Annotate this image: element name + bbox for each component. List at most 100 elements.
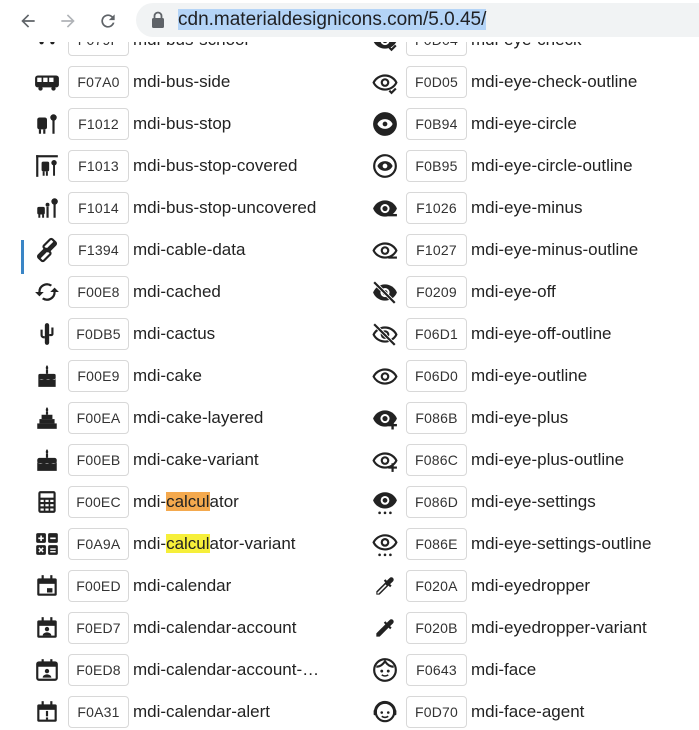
icon-row[interactable]: F0D70 mdi-face-agent xyxy=(370,691,699,730)
codepoint-box[interactable]: F0ED7 xyxy=(68,612,129,644)
eye-outline-icon xyxy=(370,361,400,391)
icon-row[interactable]: F00EB mdi-cake-variant xyxy=(32,439,372,481)
codepoint-box[interactable]: F06D1 xyxy=(406,318,467,350)
codepoint-box[interactable]: F0209 xyxy=(406,276,467,308)
icon-name: mdi-bus-side xyxy=(133,72,231,91)
icon-row[interactable]: F00ED mdi-calendar xyxy=(32,565,372,607)
icon-row[interactable]: F00EA mdi-cake-layered xyxy=(32,397,372,439)
eye-settings-outline-icon xyxy=(370,529,400,559)
codepoint-box[interactable]: F086D xyxy=(406,486,467,518)
cake-variant-icon xyxy=(32,445,62,475)
icon-row[interactable]: F0209 mdi-eye-off xyxy=(370,271,699,313)
icon-row[interactable]: F0ED8 mdi-calendar-account-… xyxy=(32,649,372,691)
row-marker xyxy=(21,240,24,274)
codepoint-box[interactable]: F020B xyxy=(406,612,467,644)
codepoint-box[interactable]: F0B95 xyxy=(406,150,467,182)
codepoint-box[interactable]: F00EC xyxy=(68,486,129,518)
icon-row[interactable]: F0DB5 mdi-cactus xyxy=(32,313,372,355)
eye-plus-icon xyxy=(370,403,400,433)
icon-row[interactable]: F1394 mdi-cable-data xyxy=(32,229,372,271)
reload-button[interactable] xyxy=(96,9,120,33)
eye-minus-outline-icon xyxy=(370,235,400,265)
icon-row[interactable]: F1026 mdi-eye-minus xyxy=(370,187,699,229)
icon-row[interactable]: F0D05 mdi-eye-check-outline xyxy=(370,61,699,103)
eyedropper-icon xyxy=(370,571,400,601)
icon-name: mdi-cake-variant xyxy=(133,450,259,469)
face-agent-icon xyxy=(370,697,400,727)
cactus-icon xyxy=(32,319,62,349)
codepoint-box[interactable]: F086B xyxy=(406,402,467,434)
codepoint-box[interactable]: F0A31 xyxy=(68,696,129,728)
codepoint-box[interactable]: F00E9 xyxy=(68,360,129,392)
icon-name: mdi-eye-off xyxy=(471,282,556,301)
forward-button[interactable] xyxy=(56,9,80,33)
icon-row[interactable]: F079F mdi-bus-school xyxy=(32,42,372,61)
codepoint-box[interactable]: F079F xyxy=(68,42,129,56)
codepoint-box[interactable]: F086C xyxy=(406,444,467,476)
icon-name-suffix: ator-variant xyxy=(209,534,296,553)
face-icon xyxy=(370,655,400,685)
codepoint-box[interactable]: F1027 xyxy=(406,234,467,266)
icon-row[interactable]: F00EC mdi-calculator xyxy=(32,481,372,523)
icon-row[interactable]: F07A0 mdi-bus-side xyxy=(32,61,372,103)
icon-row[interactable]: F086B mdi-eye-plus xyxy=(370,397,699,439)
icon-name: mdi-bus-stop-covered xyxy=(133,156,298,175)
codepoint-box[interactable]: F06D0 xyxy=(406,360,467,392)
eye-check-icon xyxy=(370,42,400,55)
codepoint-box[interactable]: F0643 xyxy=(406,654,467,686)
codepoint-box[interactable]: F0A9A xyxy=(68,528,129,560)
codepoint-box[interactable]: F0D04 xyxy=(406,42,467,56)
icon-name: mdi-eyedropper-variant xyxy=(471,618,647,637)
icon-row[interactable]: F1012 mdi-bus-stop xyxy=(32,103,372,145)
icon-row[interactable]: F0B94 mdi-eye-circle xyxy=(370,103,699,145)
codepoint-box[interactable]: F00EB xyxy=(68,444,129,476)
icon-row[interactable]: F00E8 mdi-cached xyxy=(32,271,372,313)
browser-toolbar: cdn.materialdesignicons.com/5.0.45/ xyxy=(0,0,699,42)
icon-row[interactable]: F086C mdi-eye-plus-outline xyxy=(370,439,699,481)
back-button[interactable] xyxy=(16,9,40,33)
codepoint-box[interactable]: F0ED8 xyxy=(68,654,129,686)
icon-row[interactable]: F0B95 mdi-eye-circle-outline xyxy=(370,145,699,187)
codepoint-box[interactable]: F0D70 xyxy=(406,696,467,728)
icon-name: mdi-eye-off-outline xyxy=(471,324,612,343)
icon-row[interactable]: F086D mdi-eye-settings xyxy=(370,481,699,523)
icon-row[interactable]: F0A31 mdi-calendar-alert xyxy=(32,691,372,730)
codepoint-box[interactable]: F1014 xyxy=(68,192,129,224)
codepoint-box[interactable]: F1394 xyxy=(68,234,129,266)
icon-row[interactable]: F00E9 mdi-cake xyxy=(32,355,372,397)
codepoint-box[interactable]: F020A xyxy=(406,570,467,602)
codepoint-box[interactable]: F07A0 xyxy=(68,66,129,98)
icon-row[interactable]: F06D1 mdi-eye-off-outline xyxy=(370,313,699,355)
eye-off-icon xyxy=(370,277,400,307)
codepoint-box[interactable]: F0B94 xyxy=(406,108,467,140)
cake-icon xyxy=(32,361,62,391)
lock-icon xyxy=(152,11,164,28)
codepoint-box[interactable]: F00ED xyxy=(68,570,129,602)
icon-name: mdi-cable-data xyxy=(133,240,246,259)
icon-name: mdi-eye-plus xyxy=(471,408,569,427)
codepoint-box[interactable]: F1026 xyxy=(406,192,467,224)
eyedropper-variant-icon xyxy=(370,613,400,643)
icon-row[interactable]: F0ED7 mdi-calendar-account xyxy=(32,607,372,649)
icon-row[interactable]: F1013 mdi-bus-stop-covered xyxy=(32,145,372,187)
codepoint-box[interactable]: F086E xyxy=(406,528,467,560)
codepoint-box[interactable]: F1012 xyxy=(68,108,129,140)
icon-row[interactable]: F1027 mdi-eye-minus-outline xyxy=(370,229,699,271)
icon-row[interactable]: F1014 mdi-bus-stop-uncovered xyxy=(32,187,372,229)
codepoint-box[interactable]: F0DB5 xyxy=(68,318,129,350)
url-text[interactable]: cdn.materialdesignicons.com/5.0.45/ xyxy=(178,8,487,32)
icon-name: mdi-bus-stop-uncovered xyxy=(133,198,317,217)
icon-name: mdi-bus-stop xyxy=(133,114,232,133)
icon-row[interactable]: F020B mdi-eyedropper-variant xyxy=(370,607,699,649)
url-selection: cdn.materialdesignicons.com/5.0.45/ xyxy=(178,9,487,30)
icon-row[interactable]: F0643 mdi-face xyxy=(370,649,699,691)
codepoint-box[interactable]: F00E8 xyxy=(68,276,129,308)
icon-row[interactable]: F0A9A mdi-calculator-variant xyxy=(32,523,372,565)
codepoint-box[interactable]: F00EA xyxy=(68,402,129,434)
codepoint-box[interactable]: F1013 xyxy=(68,150,129,182)
icon-row[interactable]: F0D04 mdi-eye-check xyxy=(370,42,699,61)
icon-row[interactable]: F020A mdi-eyedropper xyxy=(370,565,699,607)
codepoint-box[interactable]: F0D05 xyxy=(406,66,467,98)
icon-row[interactable]: F086E mdi-eye-settings-outline xyxy=(370,523,699,565)
icon-row[interactable]: F06D0 mdi-eye-outline xyxy=(370,355,699,397)
